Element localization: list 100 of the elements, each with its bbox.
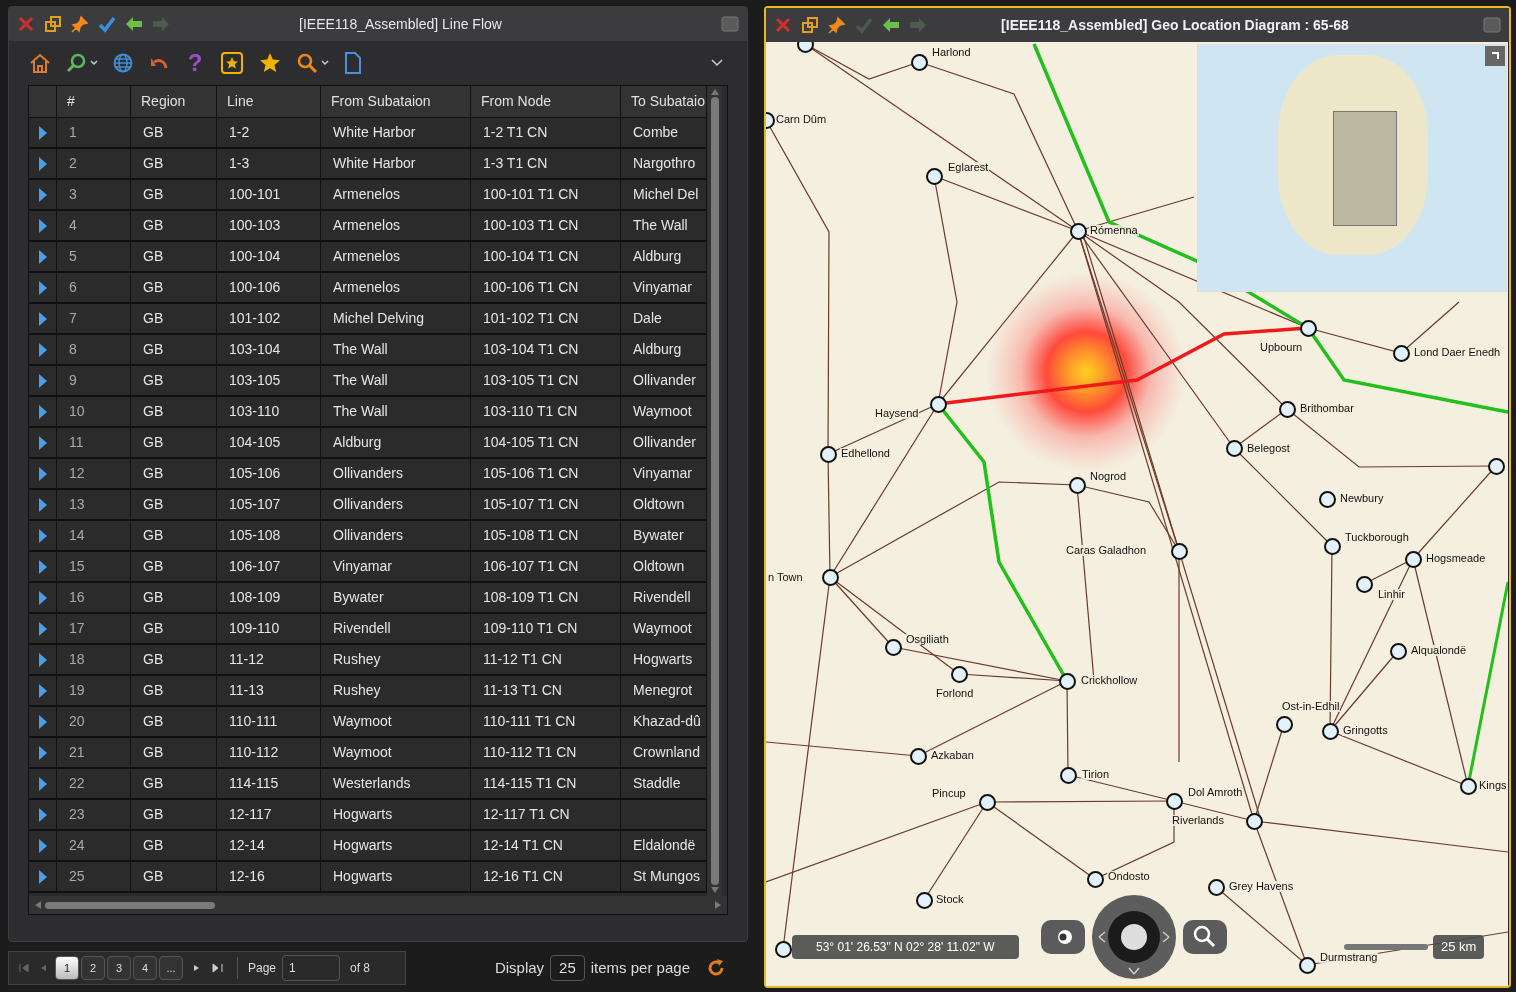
table-cell: GB xyxy=(131,862,217,891)
restore-icon[interactable] xyxy=(801,16,819,34)
expand-row-icon[interactable] xyxy=(38,838,47,853)
column-header[interactable]: From Node xyxy=(471,86,621,117)
table-cell: GB xyxy=(131,242,217,271)
node-label: Azkaban xyxy=(930,750,975,761)
table-cell: 114-115 xyxy=(217,769,321,798)
node-label: Nogrod xyxy=(1089,471,1128,482)
page-button[interactable]: 4 xyxy=(133,956,157,980)
more-pages-button[interactable]: ... xyxy=(159,956,183,980)
node-label: Eglarest xyxy=(947,162,990,173)
table-cell: 11-12 xyxy=(217,645,321,674)
table-cell: 104-105 T1 CN xyxy=(471,428,621,457)
home-icon[interactable] xyxy=(29,52,51,74)
chevron-down-icon[interactable] xyxy=(711,59,723,67)
column-header[interactable]: Line xyxy=(217,86,321,117)
zoom-dropdown-button[interactable] xyxy=(296,52,329,74)
horizontal-scrollbar[interactable] xyxy=(29,896,727,914)
table-cell: 12 xyxy=(57,459,131,488)
table-cell: 110-111 T1 CN xyxy=(471,707,621,736)
expand-row-icon[interactable] xyxy=(38,683,47,698)
expand-row-icon[interactable] xyxy=(38,373,47,388)
scrollbar-thumb[interactable] xyxy=(45,901,215,909)
table-cell: The Wall xyxy=(321,335,471,364)
expand-row-icon[interactable] xyxy=(38,621,47,636)
expand-row-icon[interactable] xyxy=(38,869,47,884)
vertical-scrollbar[interactable] xyxy=(707,86,722,896)
expand-row-icon[interactable] xyxy=(38,745,47,760)
eye-icon[interactable] xyxy=(1041,920,1085,954)
expand-row-icon[interactable] xyxy=(38,497,47,512)
column-header[interactable]: # xyxy=(57,86,131,117)
table-cell: GB xyxy=(131,521,217,550)
table-cell: GB xyxy=(131,645,217,674)
pan-control-icon[interactable] xyxy=(1091,894,1177,980)
table-cell: 6 xyxy=(57,273,131,302)
expand-row-icon[interactable] xyxy=(38,280,47,295)
table-cell: 100-106 T1 CN xyxy=(471,273,621,302)
pin-icon[interactable] xyxy=(71,15,89,33)
expand-row-icon[interactable] xyxy=(38,652,47,667)
node-label: Carn Dûm xyxy=(775,114,828,125)
node-label: Riverlands xyxy=(1171,815,1225,826)
document-icon[interactable] xyxy=(343,52,363,74)
expand-row-icon[interactable] xyxy=(38,590,47,605)
table-cell: Waymoot xyxy=(321,707,471,736)
column-header[interactable]: Region xyxy=(131,86,217,117)
expand-row-icon[interactable] xyxy=(38,714,47,729)
expand-row-icon[interactable] xyxy=(38,528,47,543)
table-cell: 1-2 T1 CN xyxy=(471,118,621,147)
items-per-page-field[interactable]: 25 xyxy=(550,955,585,981)
table-cell: GB xyxy=(131,335,217,364)
scroll-left-icon[interactable] xyxy=(35,901,41,909)
expand-row-icon[interactable] xyxy=(38,342,47,357)
table-cell: 18 xyxy=(57,645,131,674)
table-cell: 103-104 xyxy=(217,335,321,364)
back-arrow-icon[interactable] xyxy=(882,16,900,34)
expand-row-icon[interactable] xyxy=(38,435,47,450)
collapse-icon[interactable] xyxy=(1485,46,1505,66)
check-icon[interactable] xyxy=(98,15,116,33)
globe-icon[interactable] xyxy=(112,52,134,74)
search-icon xyxy=(65,52,87,74)
pin-icon[interactable] xyxy=(828,16,846,34)
refresh-icon[interactable] xyxy=(706,958,726,978)
expand-row-icon[interactable] xyxy=(38,249,47,264)
page-button[interactable]: 2 xyxy=(81,956,105,980)
table-cell: GB xyxy=(131,614,217,643)
expand-row-icon[interactable] xyxy=(38,187,47,202)
table-cell: 106-107 T1 CN xyxy=(471,552,621,581)
node-label: Lond Daer Enedh xyxy=(1413,347,1502,358)
expand-row-icon[interactable] xyxy=(38,311,47,326)
restore-icon[interactable] xyxy=(44,15,62,33)
page-field[interactable]: 1 xyxy=(282,955,341,981)
expand-row-icon[interactable] xyxy=(38,156,47,171)
expand-row-icon[interactable] xyxy=(38,218,47,233)
table-cell: 103-105 xyxy=(217,366,321,395)
expand-row-icon[interactable] xyxy=(38,125,47,140)
node-label: Edhellond xyxy=(840,448,891,459)
star-box-icon[interactable] xyxy=(220,51,244,75)
page-button[interactable]: 3 xyxy=(107,956,131,980)
first-page-icon[interactable] xyxy=(17,963,31,973)
table-cell: 100-104 T1 CN xyxy=(471,242,621,271)
expand-row-icon[interactable] xyxy=(38,404,47,419)
expand-row-icon[interactable] xyxy=(38,466,47,481)
star-icon[interactable] xyxy=(258,51,282,75)
scroll-up-icon[interactable] xyxy=(710,89,719,95)
table-cell: GB xyxy=(131,583,217,612)
table-cell: 103-110 xyxy=(217,397,321,426)
back-arrow-icon[interactable] xyxy=(125,15,143,33)
table-cell: 13 xyxy=(57,490,131,519)
table-cell: 100-103 T1 CN xyxy=(471,211,621,240)
zoom-icon[interactable] xyxy=(1183,920,1227,954)
expand-row-icon[interactable] xyxy=(38,776,47,791)
scrollbar-thumb[interactable] xyxy=(710,97,719,885)
table-cell: 12-117 T1 CN xyxy=(471,800,621,829)
expand-row-icon[interactable] xyxy=(38,559,47,574)
search-dropdown-button[interactable] xyxy=(65,52,98,74)
column-header[interactable]: From Subataion xyxy=(321,86,471,117)
scroll-down-icon[interactable] xyxy=(710,887,719,893)
scroll-right-icon[interactable] xyxy=(715,901,721,909)
expand-row-icon[interactable] xyxy=(38,807,47,822)
page-button[interactable]: 1 xyxy=(55,956,79,980)
